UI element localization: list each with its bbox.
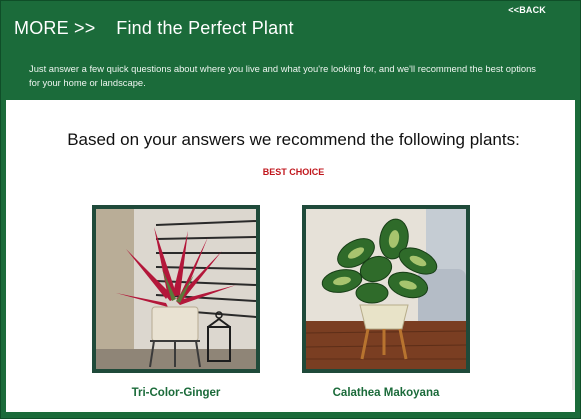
page-title: MORE >> Find the Perfect Plant bbox=[14, 18, 294, 39]
plant-photo-tri-color-ginger[interactable] bbox=[92, 205, 260, 373]
calathea-makoyana-image bbox=[306, 209, 466, 369]
plant-card[interactable]: Tri-Color-Ginger bbox=[92, 205, 260, 399]
tri-color-ginger-image bbox=[96, 209, 256, 369]
title-spacer bbox=[101, 18, 111, 38]
plant-card[interactable]: Calathea Makoyana bbox=[302, 205, 470, 399]
results-heading: Based on your answers we recommend the f… bbox=[67, 130, 520, 149]
plant-name[interactable]: Calathea Makoyana bbox=[302, 387, 470, 399]
plant-name[interactable]: Tri-Color-Ginger bbox=[92, 387, 260, 399]
results-area: Based on your answers we recommend the f… bbox=[6, 100, 575, 412]
title-text: Find the Perfect Plant bbox=[116, 18, 294, 38]
more-link[interactable]: MORE >> bbox=[14, 18, 95, 38]
plant-finder-panel: <<BACK MORE >> Find the Perfect Plant Ju… bbox=[0, 0, 581, 419]
back-link[interactable]: <<BACK bbox=[508, 5, 546, 15]
scrollbar[interactable] bbox=[572, 270, 575, 390]
header: <<BACK MORE >> Find the Perfect Plant Ju… bbox=[1, 1, 580, 100]
best-choice-badge: BEST CHOICE bbox=[262, 167, 325, 177]
intro-text: Just answer a few quick questions about … bbox=[29, 63, 536, 88]
plant-photo-calathea-makoyana[interactable] bbox=[302, 205, 470, 373]
